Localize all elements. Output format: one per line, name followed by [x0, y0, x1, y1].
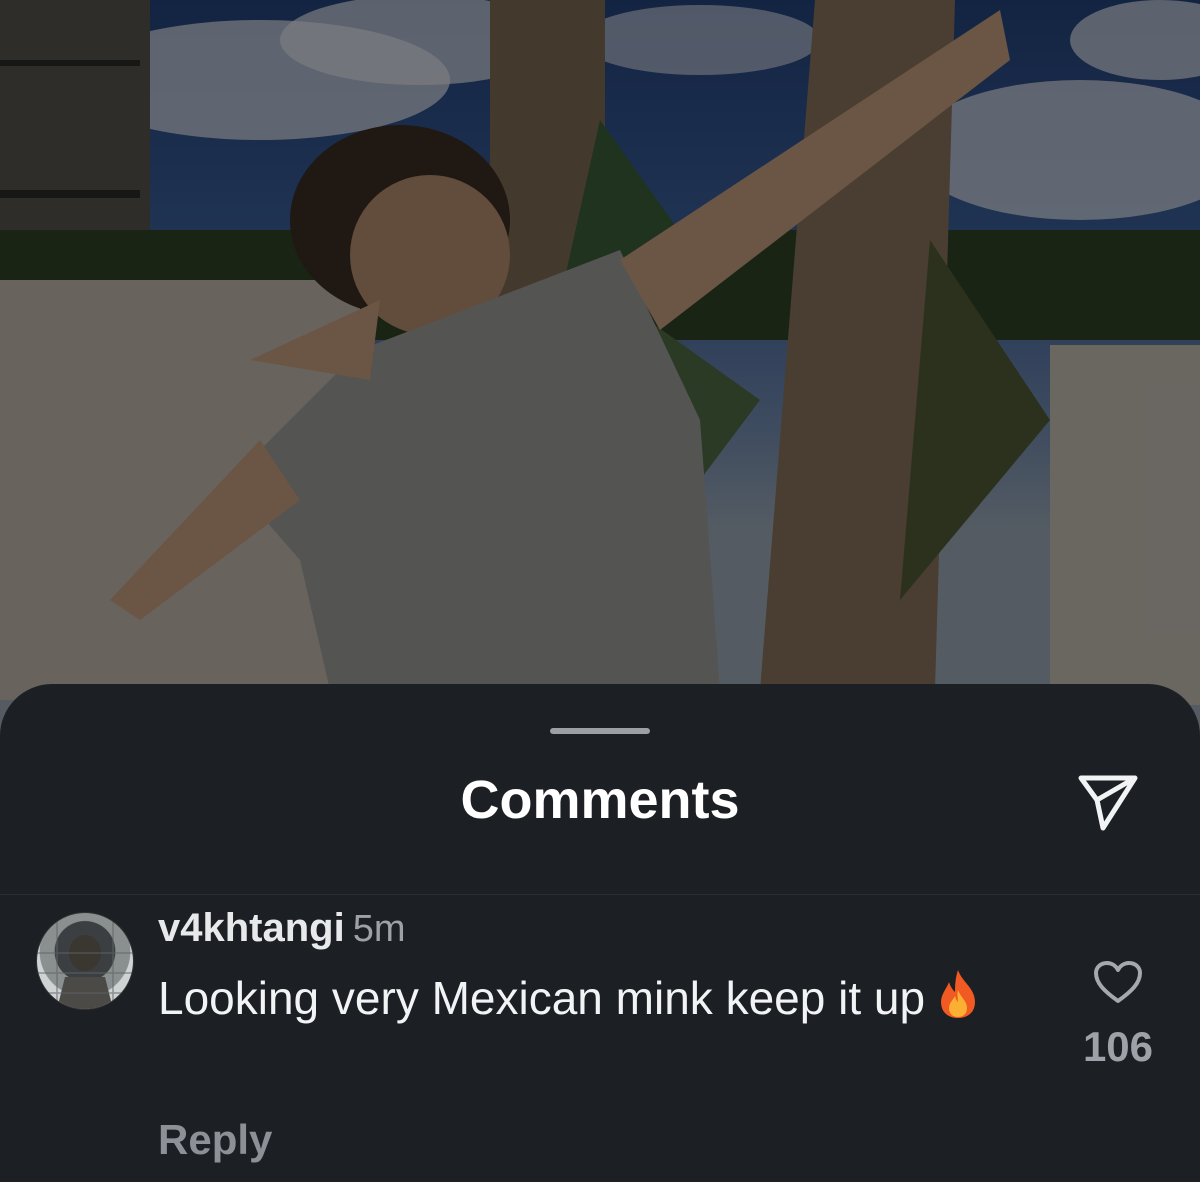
comment-body: Looking very Mexican mink keep it up	[158, 968, 1038, 1033]
sheet-divider	[0, 894, 1200, 895]
comment-username[interactable]: v4khtangi 5m	[158, 904, 406, 953]
comment-time: 5m	[352, 908, 406, 950]
send-button[interactable]	[1074, 772, 1142, 832]
sheet-title: Comments	[460, 770, 740, 830]
username-text[interactable]: v4khtangi	[158, 906, 345, 950]
fire-icon	[935, 968, 981, 1033]
like-count: 106	[1082, 1023, 1154, 1070]
post-photo	[0, 0, 1200, 760]
heart-icon	[1094, 961, 1142, 1003]
comment-text: Looking very Mexican mink keep it up	[158, 972, 926, 1024]
photo-dim-overlay	[0, 0, 1200, 760]
sheet-grabber[interactable]	[550, 728, 650, 734]
comment-item: v4khtangi 5m Looking very Mexican mink ke…	[0, 896, 1200, 1182]
send-icon	[1078, 775, 1138, 831]
avatar-image	[37, 913, 133, 1009]
avatar[interactable]	[36, 912, 134, 1010]
reply-button[interactable]: Reply	[158, 1114, 272, 1166]
like-button[interactable]	[1090, 956, 1146, 1008]
comments-sheet: Comments v4khtangi 5m Looking very Mexica…	[0, 684, 1200, 1182]
